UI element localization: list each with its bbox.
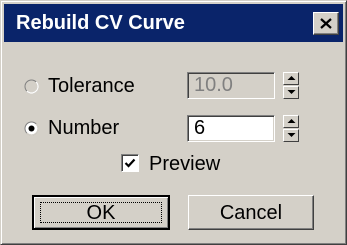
number-spinner[interactable]	[283, 115, 299, 142]
tolerance-spin-down[interactable]	[283, 86, 299, 99]
rebuild-cv-curve-dialog: Rebuild CV Curve Tolerance 10.0 Number 6	[0, 0, 347, 245]
tolerance-field[interactable]: 10.0	[187, 72, 275, 99]
preview-checkbox[interactable]	[121, 154, 139, 172]
tolerance-label: Tolerance	[48, 75, 135, 97]
tolerance-radio[interactable]	[24, 79, 39, 94]
cancel-button[interactable]: Cancel	[188, 195, 314, 230]
number-spin-down[interactable]	[283, 129, 299, 142]
close-icon	[320, 18, 332, 29]
arrow-down-icon	[287, 90, 296, 94]
title-bar[interactable]: Rebuild CV Curve	[4, 4, 343, 42]
number-field[interactable]: 6	[187, 115, 275, 142]
number-spin-up[interactable]	[283, 115, 299, 128]
preview-label: Preview	[149, 153, 221, 175]
check-icon	[124, 158, 136, 168]
window-title: Rebuild CV Curve	[16, 12, 185, 34]
ok-button[interactable]: OK	[32, 195, 170, 230]
arrow-down-icon	[287, 133, 296, 137]
number-label: Number	[48, 117, 120, 139]
close-button[interactable]	[313, 12, 339, 35]
arrow-up-icon	[287, 119, 296, 123]
tolerance-spinner[interactable]	[283, 72, 299, 99]
number-radio[interactable]	[24, 121, 39, 136]
focus-ring	[40, 202, 162, 223]
tolerance-spin-up[interactable]	[283, 72, 299, 85]
arrow-up-icon	[287, 76, 296, 80]
